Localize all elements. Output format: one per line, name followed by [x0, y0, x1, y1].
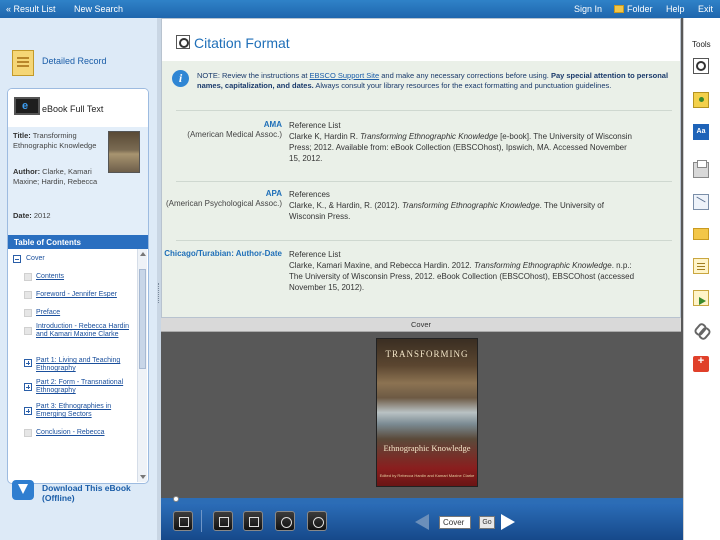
toc-item-foreword[interactable]: Foreword - Jennifer Esper [36, 291, 117, 299]
expand-icon[interactable] [24, 359, 32, 367]
scroll-thumb[interactable] [139, 269, 146, 369]
toc-item-part-2[interactable]: Part 2: Form - Transnational Ethnography [36, 379, 132, 395]
citation-header: Citation Format [162, 19, 680, 61]
book-title-line-2: Ethnographic Knowledge [383, 443, 471, 453]
page-number-input[interactable]: Cover [439, 516, 471, 529]
slider-knob[interactable] [173, 496, 179, 502]
email-icon[interactable] [693, 194, 709, 210]
folder-label: Folder [627, 4, 653, 14]
previous-page-icon[interactable] [415, 514, 429, 530]
scroll-up-icon[interactable] [140, 252, 146, 256]
export-icon[interactable] [693, 290, 709, 306]
toc-item-conclusion[interactable]: Conclusion - Rebecca [36, 429, 104, 437]
search-within-icon[interactable] [693, 58, 709, 74]
ebook-panel: eBook Full Text Title: Transforming Ethn… [7, 88, 149, 484]
divider [176, 240, 672, 241]
toc-item-part-3[interactable]: Part 3: Ethnographies in Emerging Sector… [36, 403, 132, 419]
folder-link[interactable]: Folder [614, 4, 653, 14]
toc-item-preface[interactable]: Preface [36, 309, 60, 317]
toc-item-cover[interactable]: Cover [26, 255, 45, 263]
toc-item-contents[interactable]: Contents [36, 273, 64, 281]
book-cover-image: TRANSFORMING Ethnographic Knowledge Edit… [376, 338, 478, 487]
tools-title: Tools [692, 40, 711, 49]
citation-note: NOTE: Review the instructions at EBSCO S… [197, 71, 669, 90]
record-icon [12, 50, 34, 76]
detailed-record-label: Detailed Record [42, 56, 107, 66]
add-to-folder-icon[interactable] [693, 92, 709, 108]
fit-width-icon[interactable] [213, 511, 233, 531]
sign-in-link[interactable]: Sign In [574, 4, 602, 14]
cite-icon[interactable] [693, 258, 709, 274]
divider [176, 110, 672, 111]
google-plus-icon[interactable] [693, 355, 709, 372]
toc-header: Table of Contents [8, 235, 148, 249]
title-field: Title: Transforming Ethnographic Knowled… [13, 131, 97, 150]
download-icon [12, 480, 34, 500]
toc-scrollbar[interactable] [137, 249, 147, 482]
tools-panel: Tools Aa [683, 18, 720, 540]
magnifier-icon [176, 35, 190, 49]
left-sidebar: Detailed Record eBook Full Text Title: T… [0, 18, 157, 540]
exit-link[interactable]: Exit [698, 4, 713, 14]
fullscreen-icon[interactable] [173, 511, 193, 531]
help-link[interactable]: Help [666, 4, 685, 14]
ebook-metadata: Title: Transforming Ethnographic Knowled… [8, 127, 148, 235]
citation-title: Citation Format [194, 35, 290, 51]
toc-checkbox[interactable] [24, 291, 32, 299]
toolbar-divider [201, 510, 202, 532]
new-search-link[interactable]: New Search [74, 4, 123, 14]
toc-item-introduction[interactable]: Introduction - Rebecca Hardin and Kamari… [36, 323, 132, 339]
result-list-link[interactable]: « Result List [6, 4, 56, 14]
folder-icon [614, 5, 624, 13]
cover-thumbnail [108, 131, 140, 173]
citation-format-panel: Citation Format i NOTE: Review the instr… [161, 18, 681, 318]
citation-chicago[interactable]: Reference List Clarke, Kamari Maxine, an… [289, 249, 639, 293]
style-ama: AMA (American Medical Assoc.) [187, 120, 282, 139]
top-toolbar: « Result List New Search Sign In Folder … [0, 0, 720, 18]
toc-checkbox[interactable] [24, 273, 32, 281]
scroll-down-icon[interactable] [140, 475, 146, 479]
toc-checkbox[interactable] [24, 429, 32, 437]
style-apa: APA (American Psychological Assoc.) [165, 189, 282, 208]
date-field: Date: 2012 [13, 211, 51, 220]
citation-apa[interactable]: References Clarke, K., & Hardin, R. (201… [289, 189, 639, 222]
download-label: Download This eBook (Offline) [42, 483, 131, 503]
style-chicago: Chicago/Turabian: Author-Date [164, 249, 282, 258]
fit-page-icon[interactable] [243, 511, 263, 531]
toc-checkbox[interactable] [24, 309, 32, 317]
toc-checkbox[interactable] [24, 327, 32, 335]
book-title-line-1: TRANSFORMING [385, 349, 469, 359]
splitter-grip-icon [158, 283, 160, 303]
go-button[interactable]: Go [479, 516, 495, 529]
page-label-bar: Cover [161, 318, 681, 332]
permalink-icon[interactable] [693, 322, 709, 338]
divider [176, 181, 672, 182]
ebook-full-text-label[interactable]: eBook Full Text [42, 104, 103, 114]
citation-ama[interactable]: Reference List Clarke K, Hardin R. Trans… [289, 120, 639, 164]
dictionary-icon[interactable]: Aa [693, 124, 709, 140]
author-field: Author: Clarke, Kamari Maxine; Hardin, R… [13, 167, 98, 186]
zoom-in-icon[interactable] [307, 511, 327, 531]
ebook-panel-header: eBook Full Text [8, 89, 148, 127]
expand-icon[interactable] [24, 383, 32, 391]
collapse-icon[interactable] [13, 255, 21, 263]
zoom-out-icon[interactable] [275, 511, 295, 531]
date-value: 2012 [33, 211, 51, 220]
toc-item-part-1[interactable]: Part 1: Living and Teaching Ethnography [36, 357, 132, 373]
next-page-icon[interactable] [501, 514, 515, 530]
save-icon[interactable] [693, 228, 709, 240]
viewer-toolbar: Cover Go [161, 504, 683, 540]
support-site-link[interactable]: EBSCO Support Site [310, 71, 380, 80]
book-editors: Edited by Rebecca Hardin and Kamari Maxi… [379, 473, 475, 478]
table-of-contents: Cover Contents Foreword - Jennifer Esper… [8, 249, 138, 483]
info-icon: i [172, 70, 189, 87]
page-label: Cover [410, 320, 431, 329]
ebook-icon [14, 97, 40, 115]
expand-icon[interactable] [24, 407, 32, 415]
print-icon[interactable] [693, 160, 709, 178]
